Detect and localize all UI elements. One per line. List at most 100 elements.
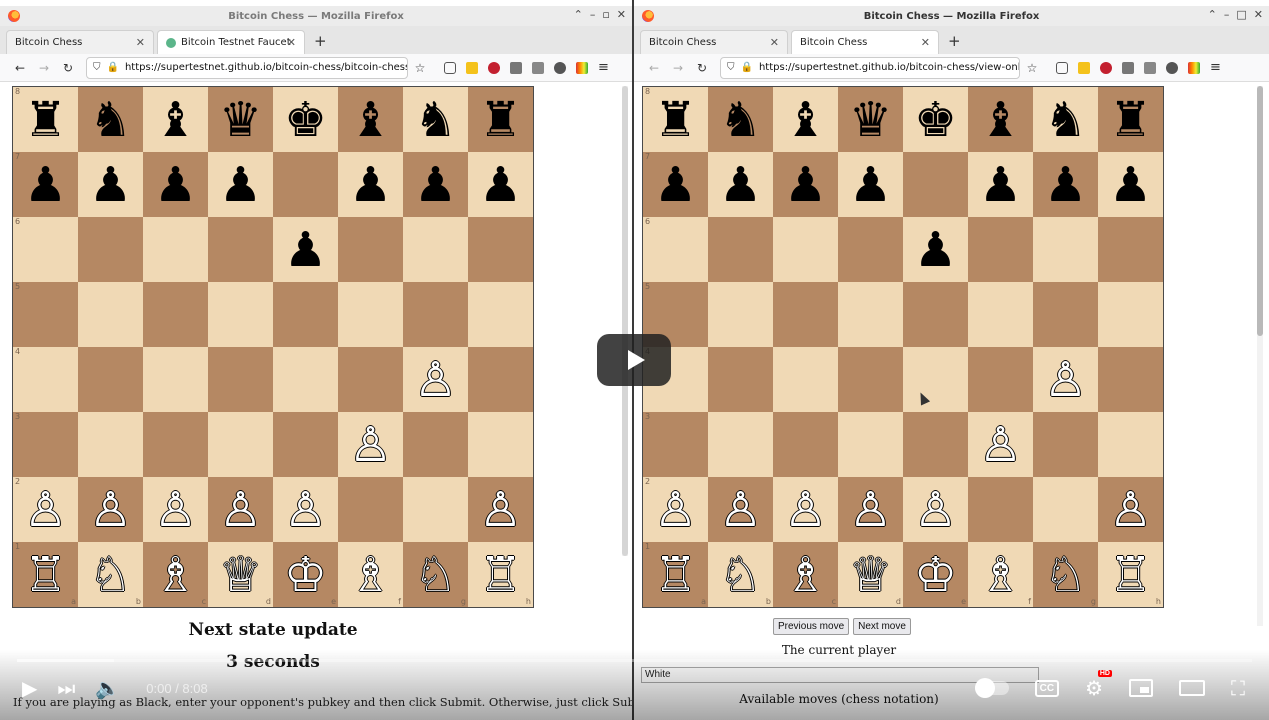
- reload-icon[interactable]: ↻: [690, 61, 714, 75]
- chess-piece-icon[interactable]: ♜: [479, 96, 522, 144]
- ublock-icon[interactable]: [1100, 61, 1112, 74]
- board-square-d1[interactable]: ♕ d: [838, 542, 903, 607]
- board-square-g8[interactable]: ♞: [1033, 87, 1098, 152]
- chess-piece-icon[interactable]: ♕: [849, 551, 892, 599]
- chess-piece-icon[interactable]: ♘: [719, 551, 762, 599]
- board-square-a4[interactable]: 4: [13, 347, 78, 412]
- chess-board[interactable]: ♜ 8 ♞ ♝ ♛ ♚ ♝ ♞ ♜ ♟ 7 ♟ ♟ ♟ ♟ ♟ ♟ 6 ♟ 5 4 ♙ 3 ♙ ♙ 2 ♙ ♙ ♙ ♙ ♙ ♖ 1 a ♘ b ♗ c ♕ d…: [12, 86, 534, 608]
- board-square-d8[interactable]: ♛: [838, 87, 903, 152]
- ublock-icon[interactable]: [488, 61, 500, 74]
- board-square-d6[interactable]: [208, 217, 273, 282]
- board-square-e2[interactable]: ♙: [903, 477, 968, 542]
- chess-piece-icon[interactable]: ♜: [1109, 96, 1152, 144]
- chess-piece-icon[interactable]: ♙: [719, 486, 762, 534]
- board-square-d7[interactable]: ♟: [838, 152, 903, 217]
- board-square-g2[interactable]: [403, 477, 468, 542]
- star-icon[interactable]: ☆: [1020, 61, 1044, 75]
- chess-piece-icon[interactable]: ♘: [1044, 551, 1087, 599]
- back-icon[interactable]: ←: [642, 61, 666, 75]
- chess-piece-icon[interactable]: ♖: [1109, 551, 1152, 599]
- settings-icon[interactable]: ⚙ HD: [1085, 670, 1112, 700]
- chess-piece-icon[interactable]: ♟: [219, 161, 262, 209]
- board-square-e3[interactable]: [903, 412, 968, 477]
- chess-piece-icon[interactable]: ♗: [349, 551, 392, 599]
- board-square-a3[interactable]: 3: [643, 412, 708, 477]
- chess-piece-icon[interactable]: ♞: [89, 96, 132, 144]
- board-square-d2[interactable]: ♙: [208, 477, 273, 542]
- minimize-icon[interactable]: –: [1224, 8, 1230, 21]
- board-square-e6[interactable]: ♟: [273, 217, 338, 282]
- extension-icon[interactable]: [532, 61, 544, 74]
- board-square-h5[interactable]: [1098, 282, 1163, 347]
- board-square-h7[interactable]: ♟: [468, 152, 533, 217]
- board-square-h6[interactable]: [468, 217, 533, 282]
- board-square-g1[interactable]: ♘ g: [403, 542, 468, 607]
- chess-piece-icon[interactable]: ♙: [1109, 486, 1152, 534]
- board-square-g4[interactable]: ♙: [1033, 347, 1098, 412]
- chess-piece-icon[interactable]: ♘: [414, 551, 457, 599]
- board-square-c5[interactable]: [143, 282, 208, 347]
- board-square-b4[interactable]: [78, 347, 143, 412]
- board-square-b5[interactable]: [78, 282, 143, 347]
- board-square-e4[interactable]: [903, 347, 968, 412]
- board-square-e4[interactable]: [273, 347, 338, 412]
- board-square-e7[interactable]: [273, 152, 338, 217]
- board-square-h2[interactable]: ♙: [1098, 477, 1163, 542]
- board-square-f4[interactable]: [338, 347, 403, 412]
- board-square-a2[interactable]: ♙ 2: [643, 477, 708, 542]
- board-square-d1[interactable]: ♕ d: [208, 542, 273, 607]
- board-square-f4[interactable]: [968, 347, 1033, 412]
- scrollbar[interactable]: [622, 86, 628, 556]
- chess-piece-icon[interactable]: ♟: [414, 161, 457, 209]
- next-icon[interactable]: ⏭: [57, 676, 75, 700]
- notes-icon[interactable]: [466, 61, 478, 74]
- board-square-h3[interactable]: [468, 412, 533, 477]
- board-square-c2[interactable]: ♙: [143, 477, 208, 542]
- reload-icon[interactable]: ↻: [56, 61, 80, 75]
- board-square-h7[interactable]: ♟: [1098, 152, 1163, 217]
- board-square-a3[interactable]: 3: [13, 412, 78, 477]
- chess-piece-icon[interactable]: ♟: [849, 161, 892, 209]
- chess-piece-icon[interactable]: ♟: [914, 226, 957, 274]
- chess-piece-icon[interactable]: ♙: [654, 486, 697, 534]
- board-square-f5[interactable]: [338, 282, 403, 347]
- board-square-b6[interactable]: [708, 217, 773, 282]
- chess-piece-icon[interactable]: ♙: [349, 421, 392, 469]
- chess-piece-icon[interactable]: ♟: [24, 161, 67, 209]
- board-square-g1[interactable]: ♘ g: [1033, 542, 1098, 607]
- collapse-icon[interactable]: ⌃: [574, 8, 583, 21]
- star-icon[interactable]: ☆: [408, 61, 432, 75]
- chess-piece-icon[interactable]: ♙: [914, 486, 957, 534]
- board-square-g3[interactable]: [403, 412, 468, 477]
- fullscreen-icon[interactable]: ⛶: [1231, 676, 1245, 700]
- chess-piece-icon[interactable]: ♙: [219, 486, 262, 534]
- pocket-icon[interactable]: [1056, 61, 1068, 74]
- board-square-g5[interactable]: [1033, 282, 1098, 347]
- collapse-icon[interactable]: ⌃: [1208, 8, 1217, 21]
- forward-icon[interactable]: →: [666, 61, 690, 75]
- board-square-g6[interactable]: [403, 217, 468, 282]
- board-square-b2[interactable]: ♙: [78, 477, 143, 542]
- board-square-d3[interactable]: [208, 412, 273, 477]
- board-square-g8[interactable]: ♞: [403, 87, 468, 152]
- board-square-g5[interactable]: [403, 282, 468, 347]
- chess-piece-icon[interactable]: ♙: [784, 486, 827, 534]
- board-square-d5[interactable]: [838, 282, 903, 347]
- board-square-h1[interactable]: ♖ h: [468, 542, 533, 607]
- board-square-c8[interactable]: ♝: [143, 87, 208, 152]
- close-icon[interactable]: ✕: [1254, 8, 1263, 21]
- board-square-b8[interactable]: ♞: [708, 87, 773, 152]
- chess-piece-icon[interactable]: ♕: [219, 551, 262, 599]
- board-square-c3[interactable]: [143, 412, 208, 477]
- chess-piece-icon[interactable]: ♙: [414, 356, 457, 404]
- chess-piece-icon[interactable]: ♗: [784, 551, 827, 599]
- chess-piece-icon[interactable]: ♗: [154, 551, 197, 599]
- chess-piece-icon[interactable]: ♟: [979, 161, 1022, 209]
- board-square-c4[interactable]: [773, 347, 838, 412]
- board-square-f8[interactable]: ♝: [968, 87, 1033, 152]
- board-square-c1[interactable]: ♗ c: [143, 542, 208, 607]
- board-square-b6[interactable]: [78, 217, 143, 282]
- board-square-e1[interactable]: ♔ e: [273, 542, 338, 607]
- board-square-c8[interactable]: ♝: [773, 87, 838, 152]
- board-square-h4[interactable]: [468, 347, 533, 412]
